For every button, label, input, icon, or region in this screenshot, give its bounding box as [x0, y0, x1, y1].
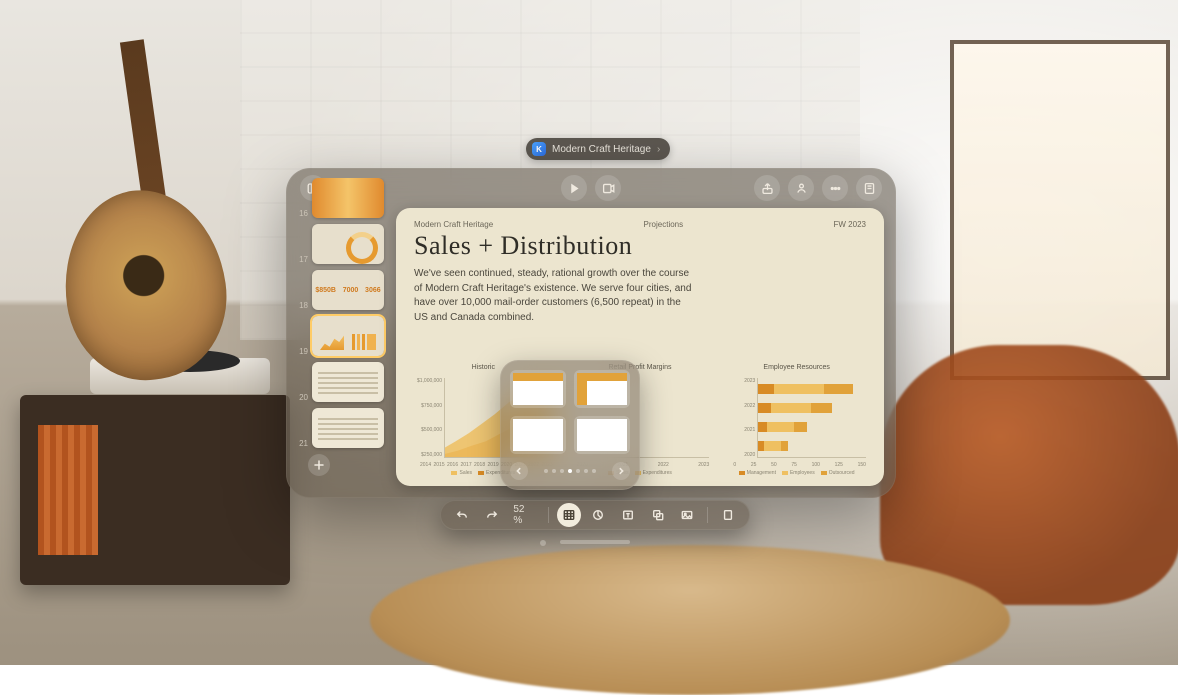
add-slide-button[interactable] [308, 454, 330, 476]
collaborate-button[interactable] [788, 175, 814, 201]
document-title-pill[interactable]: K Modern Craft Heritage › [526, 138, 670, 160]
slide-tag: FW 2023 [834, 220, 866, 229]
sideboard [20, 395, 290, 585]
share-button[interactable] [754, 175, 780, 201]
redo-button[interactable] [480, 503, 504, 527]
insert-table-button[interactable] [557, 503, 581, 527]
document-settings-button[interactable] [856, 175, 882, 201]
slide-section: Projections [644, 220, 684, 229]
coffee-table [370, 545, 1010, 695]
page-dot[interactable] [576, 469, 580, 473]
chart-employee-resources[interactable]: Employee Resources 2023202220212020 0255… [727, 364, 866, 474]
popover-prev-button[interactable] [510, 462, 528, 480]
insert-media-button[interactable] [676, 503, 700, 527]
document-title: Modern Craft Heritage [552, 144, 651, 155]
thumb-preview: $850B70003066 [312, 270, 384, 310]
popover-page-dots [544, 469, 596, 473]
acoustic-guitar [55, 50, 235, 390]
app-badge-icon: K [532, 142, 546, 156]
popover-next-button[interactable] [612, 462, 630, 480]
armchair [880, 345, 1178, 605]
page-dot[interactable] [544, 469, 548, 473]
page-dot[interactable] [560, 469, 564, 473]
slide-number: 19 [294, 347, 308, 356]
zoom-level[interactable]: 52 % [509, 504, 540, 526]
thumb-preview [312, 224, 384, 264]
slide-number: 17 [294, 255, 308, 264]
slide-thumbnail[interactable]: 17 [294, 224, 388, 264]
table-style-option[interactable] [574, 370, 630, 408]
table-style-option[interactable] [574, 416, 630, 454]
room-window [950, 40, 1170, 380]
slide-body: We've seen continued, steady, rational g… [414, 267, 694, 325]
undo-button[interactable] [450, 503, 474, 527]
chevron-right-icon: › [657, 144, 660, 155]
slide-title: Sales + Distribution [414, 231, 866, 261]
slide-number: 18 [294, 301, 308, 310]
slide-charts-row: Historic $1,000,000$750,000$500,000$250,… [414, 364, 866, 474]
insert-text-button[interactable] [616, 503, 640, 527]
bottom-toolbar: 52 % [440, 500, 750, 530]
slide-thumbnail[interactable]: 16 [294, 178, 388, 218]
page-dot[interactable] [592, 469, 596, 473]
window-grabber-bar[interactable] [560, 540, 630, 544]
thumb-preview [312, 178, 384, 218]
keynote-live-button[interactable] [595, 175, 621, 201]
slide-navigator[interactable]: 16 17 18 $850B70003066 19 20 21 [294, 178, 388, 488]
page-dot[interactable] [568, 469, 572, 473]
page-dot[interactable] [584, 469, 588, 473]
page-dot[interactable] [552, 469, 556, 473]
thumb-preview [312, 362, 384, 402]
thumb-preview [312, 408, 384, 448]
slide-thumbnail[interactable]: 21 [294, 408, 388, 448]
slide-canvas[interactable]: Modern Craft Heritage Projections FW 202… [396, 208, 884, 486]
format-inspector-button[interactable] [716, 503, 740, 527]
slide-number: 16 [294, 209, 308, 218]
insert-shape-button[interactable] [646, 503, 670, 527]
play-slideshow-button[interactable] [561, 175, 587, 201]
insert-table-popover [500, 360, 640, 490]
table-style-option[interactable] [510, 370, 566, 408]
thumb-preview [312, 316, 384, 356]
slide-thumbnail[interactable]: 18 $850B70003066 [294, 270, 388, 310]
insert-chart-button[interactable] [587, 503, 611, 527]
slide-thumbnail[interactable]: 19 [294, 316, 388, 356]
slide-brand: Modern Craft Heritage [414, 220, 493, 229]
chart-title: Employee Resources [727, 364, 866, 371]
slide-number: 20 [294, 393, 308, 402]
window-grabber-dot[interactable] [540, 540, 546, 546]
slide-thumbnail[interactable]: 20 [294, 362, 388, 402]
more-button[interactable] [822, 175, 848, 201]
table-style-option[interactable] [510, 416, 566, 454]
slide-number: 21 [294, 439, 308, 448]
